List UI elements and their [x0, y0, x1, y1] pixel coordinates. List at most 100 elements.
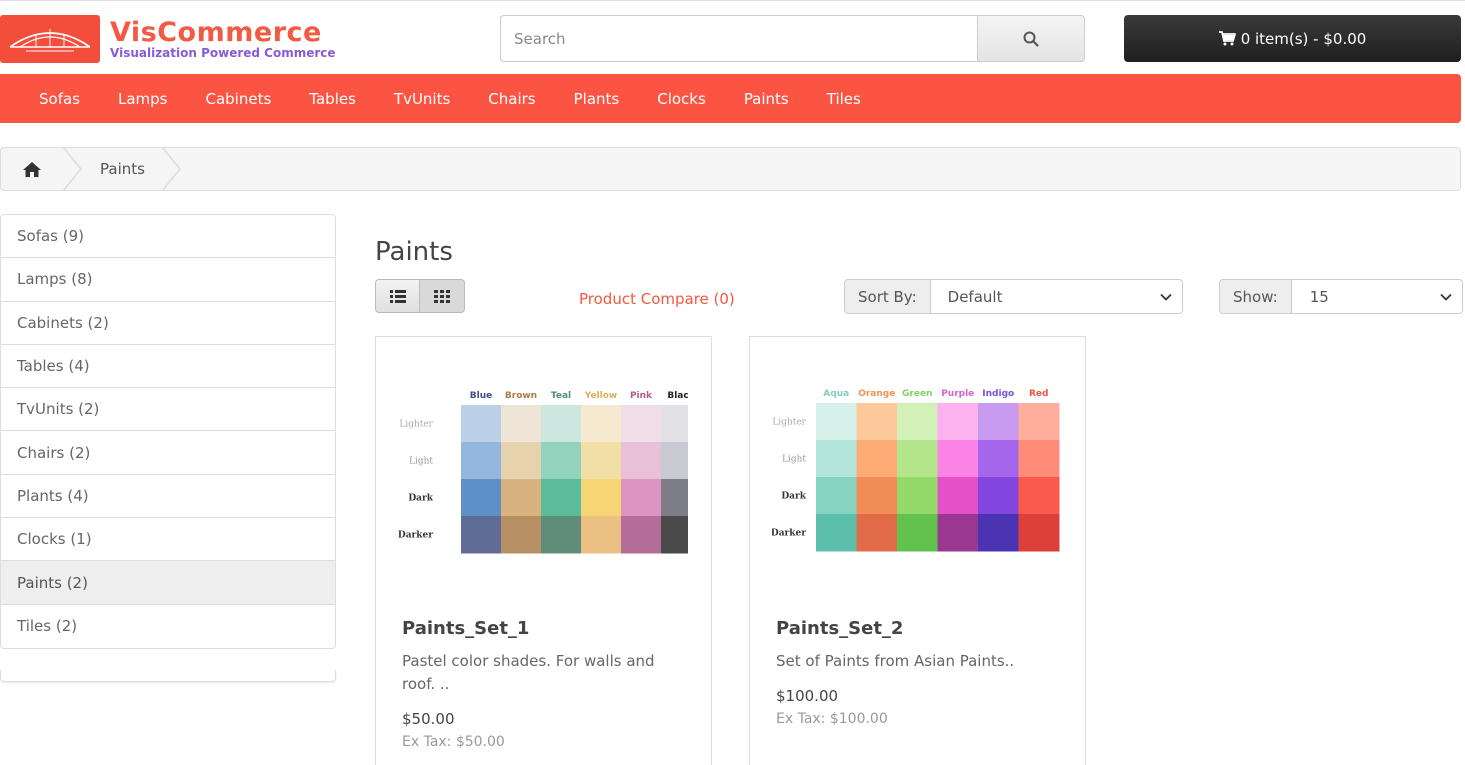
swatch-cell [581, 479, 622, 517]
swatch-cell [501, 405, 542, 443]
nav-item-tvunits[interactable]: TvUnits [375, 90, 469, 108]
product-card: Aqua Orange Green Purple Indigo Red Lighter Lig… [749, 336, 1086, 765]
shopping-cart-icon [1218, 31, 1236, 46]
nav-item-cabinets[interactable]: Cabinets [187, 90, 291, 108]
cart-summary: 0 item(s) - $0.00 [1240, 29, 1367, 48]
swatch-cell [978, 514, 1019, 552]
swatch-cell [461, 405, 502, 443]
show-control: Show: 15 [1219, 279, 1463, 314]
sidebar-item-tables[interactable]: Tables (4) [1, 345, 335, 389]
swatch-cell [816, 477, 857, 515]
swatch-row-label: Light [409, 457, 433, 467]
brand-tagline: Visualization Powered Commerce [110, 46, 336, 60]
swatch-cell [856, 440, 898, 478]
nav-item-clocks[interactable]: Clocks [638, 90, 725, 108]
swatch-cell [1018, 403, 1060, 441]
sidebar-item-cabinets[interactable]: Cabinets (2) [1, 302, 335, 345]
swatch-cell [501, 516, 542, 554]
show-select[interactable]: 15 [1291, 279, 1463, 314]
swatch-cell [621, 516, 662, 554]
swatch-cell [581, 516, 622, 554]
list-icon [389, 289, 406, 303]
swatch-cell [541, 516, 582, 554]
swatch-cell [937, 514, 979, 552]
product-name[interactable]: Paints_Set_1 [402, 618, 529, 639]
sort-select[interactable]: Default [930, 279, 1183, 314]
sidebar-item-tvunits[interactable]: TvUnits (2) [1, 388, 335, 432]
swatch-cell [661, 405, 688, 443]
swatch-cell [621, 442, 662, 480]
swatch-cell [1018, 477, 1060, 515]
nav-item-tiles[interactable]: Tiles [808, 90, 880, 108]
sort-label: Sort By: [844, 279, 931, 314]
swatch-cell [501, 479, 542, 517]
swatch-column-label: Black [667, 391, 688, 401]
product-name[interactable]: Paints_Set_2 [776, 618, 903, 639]
sidebar-item-clocks[interactable]: Clocks (1) [1, 518, 335, 562]
breadcrumb-home[interactable] [1, 147, 82, 191]
swatch-cell [897, 477, 938, 515]
nav-item-chairs[interactable]: Chairs [469, 90, 554, 108]
swatch-cell [621, 405, 662, 443]
swatch-cell [1018, 440, 1060, 478]
swatch-cell [581, 405, 622, 443]
category-menu: Sofas Lamps Cabinets Tables TvUnits Chai… [0, 74, 1461, 123]
sidebar-item-plants[interactable]: Plants (4) [1, 475, 335, 519]
swatch-cell [541, 442, 582, 480]
swatch-cell [816, 440, 857, 478]
swatch-cell [1018, 514, 1060, 552]
product-compare-link[interactable]: Product Compare (0) [579, 290, 735, 308]
nav-item-plants[interactable]: Plants [555, 90, 639, 108]
swatch-row-label: Darker [772, 529, 806, 539]
product-price: $50.00 [402, 710, 455, 728]
swatch-cell [856, 477, 898, 515]
swatch-column-label: Blue [470, 391, 492, 401]
search-button[interactable] [977, 15, 1085, 62]
nav-item-tables[interactable]: Tables [290, 90, 375, 108]
swatch-cell [978, 403, 1019, 441]
swatch-cell [978, 440, 1019, 478]
brand-logo[interactable]: VisCommerce Visualization Powered Commer… [0, 15, 336, 63]
swatch-row-label: Light [782, 455, 806, 465]
swatch-column-label: Orange [858, 389, 895, 399]
swatch-cell [541, 405, 582, 443]
product-description: Pastel color shades. For walls and roof.… [402, 652, 655, 693]
swatch-column-label: Yellow [584, 391, 617, 401]
sidebar-item-lamps[interactable]: Lamps (8) [1, 258, 335, 302]
swatch-cell [937, 477, 979, 515]
sidebar-item-chairs[interactable]: Chairs (2) [1, 431, 335, 475]
search-bar [500, 15, 1085, 62]
swatch-cell [937, 440, 979, 478]
search-input[interactable] [500, 15, 977, 62]
grid-view-button[interactable] [420, 279, 465, 313]
home-icon [23, 161, 41, 177]
breadcrumb-separator [62, 147, 82, 191]
sidebar-item-tiles[interactable]: Tiles (2) [1, 605, 335, 648]
sidebar-item-paints[interactable]: Paints (2) [1, 561, 335, 605]
swatch-column-label: Aqua [823, 389, 849, 399]
cart-button[interactable]: 0 item(s) - $0.00 [1124, 15, 1461, 62]
search-icon [1023, 31, 1039, 47]
list-view-button[interactable] [375, 279, 420, 313]
show-label: Show: [1219, 279, 1292, 314]
sort-control: Sort By: Default [844, 279, 1183, 314]
breadcrumb: Paints [0, 147, 1461, 191]
swatch-column-label: Brown [505, 391, 537, 401]
swatch-cell [661, 479, 688, 517]
product-image[interactable]: Blue Brown Teal Yellow Pink Black Lighter Light… [398, 385, 688, 565]
breadcrumb-current[interactable]: Paints [100, 160, 145, 178]
swatch-row-label: Dark [781, 492, 806, 502]
product-image[interactable]: Aqua Orange Green Purple Indigo Red Lighter Lig… [772, 385, 1062, 565]
sidebar-item-sofas[interactable]: Sofas (9) [1, 215, 335, 259]
swatch-row-label: Darker [398, 531, 433, 541]
swatch-column-label: Pink [630, 391, 653, 401]
nav-item-lamps[interactable]: Lamps [99, 90, 187, 108]
nav-item-paints[interactable]: Paints [725, 90, 808, 108]
product-card: Blue Brown Teal Yellow Pink Black Lighter Light… [375, 336, 712, 765]
swatch-cell [461, 516, 502, 554]
swatch-column-label: Indigo [982, 389, 1014, 399]
swatch-cell [856, 514, 898, 552]
swatch-row-label: Lighter [772, 418, 806, 428]
swatch-cell [937, 403, 979, 441]
nav-item-sofas[interactable]: Sofas [20, 90, 99, 108]
